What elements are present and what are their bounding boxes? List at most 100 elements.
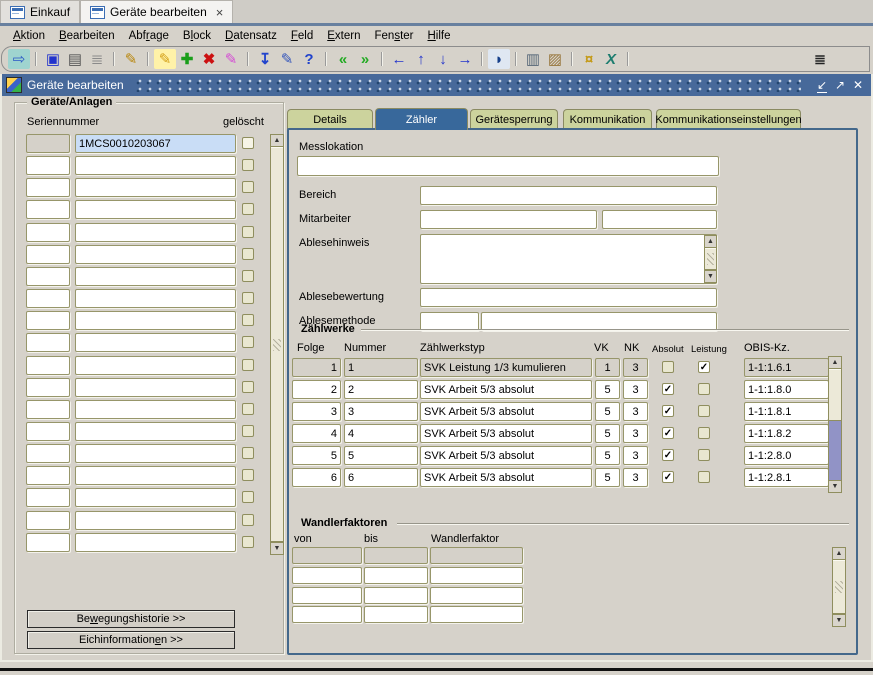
seriennummer-field[interactable]: 1MCS0010203067 (75, 134, 236, 153)
device-id-field[interactable] (26, 466, 70, 485)
zw-obis-field[interactable]: 1-1:1.8.1 (744, 402, 829, 421)
zw-nk-field[interactable]: 3 (623, 424, 648, 443)
zw-absolut-checkbox[interactable]: ✓ (662, 383, 674, 395)
seriennummer-field[interactable] (75, 178, 236, 197)
geloescht-checkbox[interactable] (242, 203, 254, 215)
enter-query-icon[interactable]: ✎ (154, 49, 176, 69)
mitarbeiter-field-2[interactable] (602, 210, 717, 229)
scroll-down-icon[interactable]: ▼ (828, 480, 842, 493)
zw-nummer-field[interactable]: 2 (344, 380, 418, 399)
window-list-icon[interactable]: ≣ (809, 49, 831, 69)
query-window-icon[interactable]: ✎ (120, 49, 142, 69)
next-block-icon[interactable]: » (354, 49, 376, 69)
seriennummer-field[interactable] (75, 488, 236, 507)
close-button[interactable]: ✕ (849, 79, 867, 91)
zw-vk-field[interactable]: 5 (595, 424, 620, 443)
bewegungshistorie-button[interactable]: Bewegungshistorie >> (27, 610, 235, 628)
tab-z-hler[interactable]: Zähler (375, 108, 468, 130)
next-record-icon[interactable]: ↓ (432, 49, 454, 69)
seriennummer-field[interactable] (75, 156, 236, 175)
wf-von-field[interactable] (292, 547, 362, 564)
zw-leistung-checkbox[interactable] (698, 471, 710, 483)
help-icon[interactable]: ? (298, 49, 320, 69)
wf-von-field[interactable] (292, 587, 362, 604)
geloescht-checkbox[interactable] (242, 181, 254, 193)
ablesehinweis-textarea[interactable] (420, 234, 717, 284)
zw-nk-field[interactable]: 3 (623, 358, 648, 377)
device-id-field[interactable] (26, 178, 70, 197)
scroll-thumb[interactable] (829, 369, 841, 421)
previous-field-icon[interactable]: ← (388, 49, 410, 69)
zw-nummer-field[interactable]: 3 (344, 402, 418, 421)
seriennummer-field[interactable] (75, 466, 236, 485)
zw-vk-field[interactable]: 5 (595, 402, 620, 421)
clipboard-icon[interactable]: ▨ (544, 49, 566, 69)
zw-vk-field[interactable]: 1 (595, 358, 620, 377)
tab-kommunikation[interactable]: Kommunikation (563, 109, 652, 129)
save-icon[interactable]: ▣ (42, 49, 64, 69)
mitarbeiter-field-1[interactable] (420, 210, 597, 229)
scroll-down-icon[interactable]: ▼ (704, 270, 717, 283)
list-of-values-icon[interactable]: ▥ (522, 49, 544, 69)
zw-folge-field[interactable]: 2 (292, 380, 341, 399)
menu-block[interactable]: Block (176, 30, 218, 42)
geloescht-checkbox[interactable] (242, 248, 254, 260)
zw-absolut-checkbox[interactable]: ✓ (662, 405, 674, 417)
geloescht-checkbox[interactable] (242, 159, 254, 171)
eichinformationen-button[interactable]: Eichinformationen >> (27, 631, 235, 649)
geloescht-checkbox[interactable] (242, 137, 254, 149)
zw-nk-field[interactable]: 3 (623, 468, 648, 487)
menu-extern[interactable]: Extern (320, 30, 367, 42)
geloescht-checkbox[interactable] (242, 447, 254, 459)
scroll-up-icon[interactable]: ▲ (704, 235, 717, 248)
scroll-up-icon[interactable]: ▲ (270, 134, 284, 147)
device-id-field[interactable] (26, 333, 70, 352)
zw-typ-field[interactable]: SVK Leistung 1/3 kumulieren (420, 358, 592, 377)
menu-hilfe[interactable]: Hilfe (420, 30, 457, 42)
menu-bearbeiten[interactable]: Bearbeiten (52, 30, 122, 42)
seriennummer-field[interactable] (75, 245, 236, 264)
device-id-field[interactable] (26, 134, 70, 153)
seriennummer-field[interactable] (75, 356, 236, 375)
device-id-field[interactable] (26, 223, 70, 242)
scroll-down-icon[interactable]: ▼ (832, 614, 846, 627)
geloescht-checkbox[interactable] (242, 514, 254, 526)
zw-leistung-checkbox[interactable] (698, 405, 710, 417)
scroll-up-icon[interactable]: ▲ (832, 547, 846, 560)
ablesehinweis-scrollbar[interactable]: ▲▼ (704, 235, 717, 283)
zw-typ-field[interactable]: SVK Arbeit 5/3 absolut (420, 446, 592, 465)
messlokation-field[interactable] (297, 156, 719, 176)
edit-record-icon[interactable]: ✎ (276, 49, 298, 69)
maximize-button[interactable]: ↗ (831, 79, 849, 91)
zw-absolut-checkbox[interactable]: ✓ (662, 471, 674, 483)
geloescht-checkbox[interactable] (242, 425, 254, 437)
bereich-field[interactable] (420, 186, 717, 205)
device-id-field[interactable] (26, 156, 70, 175)
zw-nummer-field[interactable]: 5 (344, 446, 418, 465)
geloescht-checkbox[interactable] (242, 359, 254, 371)
scroll-down-icon[interactable]: ▼ (270, 542, 284, 555)
zw-vk-field[interactable]: 5 (595, 468, 620, 487)
zw-nummer-field[interactable]: 4 (344, 424, 418, 443)
scroll-thumb[interactable] (271, 147, 283, 542)
zw-absolut-checkbox[interactable]: ✓ (662, 427, 674, 439)
zw-leistung-checkbox[interactable] (698, 427, 710, 439)
geloescht-checkbox[interactable] (242, 536, 254, 548)
exit-icon[interactable]: ⇨ (8, 49, 30, 69)
excel-export-icon[interactable]: X (600, 49, 622, 69)
import-icon[interactable]: ↧ (254, 49, 276, 69)
geloescht-checkbox[interactable] (242, 491, 254, 503)
device-id-field[interactable] (26, 422, 70, 441)
tab-ger-tesperrung[interactable]: Gerätesperrung (470, 109, 558, 129)
zw-leistung-checkbox[interactable] (698, 383, 710, 395)
zw-obis-field[interactable]: 1-1:2.8.1 (744, 468, 829, 487)
menu-fenster[interactable]: Fenster (367, 30, 420, 42)
ablesebewertung-field[interactable] (420, 288, 717, 307)
window-tab-ger-te-bearbeiten[interactable]: Geräte bearbeiten× (80, 0, 233, 23)
zw-vk-field[interactable]: 5 (595, 446, 620, 465)
seriennummer-field[interactable] (75, 333, 236, 352)
seriennummer-field[interactable] (75, 400, 236, 419)
device-id-field[interactable] (26, 400, 70, 419)
zaehlwerke-scrollbar[interactable]: ▲▼ (828, 356, 842, 493)
zw-typ-field[interactable]: SVK Arbeit 5/3 absolut (420, 402, 592, 421)
